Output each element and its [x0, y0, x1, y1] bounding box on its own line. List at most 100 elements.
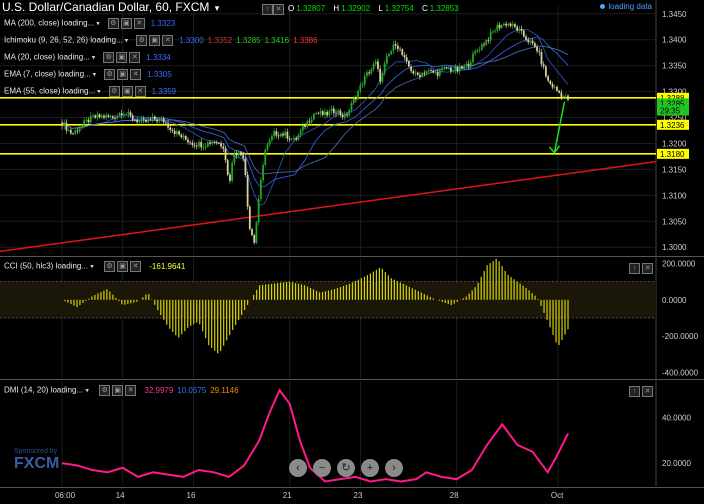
chevron-down-icon[interactable]: ▾ [85, 388, 89, 395]
time-tick-label: Oct [551, 491, 564, 500]
candle-body [516, 26, 519, 31]
indicator-label[interactable]: MA (200, close) loading... [4, 19, 94, 28]
settings-icon[interactable]: ⚙ [108, 86, 120, 97]
indicator-value: 1.3334 [146, 52, 171, 62]
chevron-down-icon[interactable]: ▾ [123, 38, 129, 45]
candle-body [229, 174, 231, 181]
cci-label[interactable]: CCI (50, hlc3) loading... [4, 262, 88, 271]
hide-icon[interactable]: ▣ [116, 52, 128, 63]
candle-body [63, 122, 66, 126]
close-icon[interactable]: ✕ [642, 386, 653, 397]
hide-icon[interactable]: ▣ [112, 385, 124, 396]
chevron-down-icon[interactable]: ▾ [90, 264, 94, 271]
sponsor-block[interactable]: Sponsored by FXCM [14, 448, 59, 473]
high-value: 1.32902 [341, 4, 371, 13]
dmi-values: 32.9979 10.0575 29.1146 [140, 386, 238, 395]
settings-icon[interactable]: ⚙ [103, 52, 115, 63]
candle-body [332, 108, 335, 113]
candle-body [558, 90, 561, 93]
indicator-row: MA (20, close) loading... ▾ ⚙ ▣ ✕ 1.3334 [4, 52, 171, 63]
candle-body [83, 120, 85, 125]
dmi-label[interactable]: DMI (14, 20) loading... [4, 386, 83, 395]
candle-body [297, 134, 300, 140]
candle-body [284, 131, 287, 136]
hide-icon[interactable]: ▣ [121, 86, 133, 97]
candle-body [562, 95, 565, 97]
zoom-in-icon[interactable]: + [361, 459, 379, 477]
chevron-down-icon[interactable]: ▾ [91, 72, 97, 79]
close-icon[interactable]: ✕ [130, 261, 142, 272]
settings-icon[interactable]: ⚙ [107, 18, 119, 29]
candle-body [78, 128, 81, 132]
candle-body [447, 67, 450, 69]
close-icon[interactable]: ✕ [129, 52, 141, 63]
chevron-right-icon[interactable]: › [385, 459, 403, 477]
move-up-icon[interactable]: ↑ [629, 386, 640, 397]
close-icon[interactable]: ✕ [162, 35, 174, 46]
close-icon[interactable]: ✕ [130, 69, 142, 80]
settings-icon[interactable]: ⚙ [104, 69, 116, 80]
close-value: 1.32853 [429, 4, 459, 13]
hide-icon[interactable]: ▣ [120, 18, 132, 29]
move-up-icon[interactable]: ↑ [629, 263, 640, 274]
zoom-out-icon[interactable]: − [313, 459, 331, 477]
chevron-left-icon[interactable]: ‹ [289, 459, 307, 477]
candle-body [178, 131, 181, 135]
candle-body [443, 67, 446, 69]
close-icon[interactable]: ✕ [273, 4, 284, 15]
candle-body [120, 113, 123, 116]
hide-icon[interactable]: ▣ [117, 69, 129, 80]
candle-body [65, 122, 68, 131]
candle-body [525, 36, 527, 40]
settings-icon[interactable]: ⚙ [104, 261, 116, 272]
indicator-label[interactable]: MA (20, close) loading... [4, 53, 90, 62]
candle-body [361, 84, 364, 86]
indicator-label[interactable]: EMA (55, close) loading... [4, 87, 95, 96]
candle-body [76, 130, 79, 132]
candle-body [412, 71, 415, 74]
chevron-down-icon[interactable]: ▾ [95, 89, 101, 96]
status-text: loading data [608, 2, 652, 11]
hide-icon[interactable]: ▣ [117, 261, 129, 272]
candle-body [441, 68, 443, 71]
candle-body [193, 144, 196, 146]
candle-body [244, 158, 247, 175]
candle-body [319, 111, 322, 114]
move-up-icon[interactable]: ↑ [262, 4, 273, 15]
chevron-down-icon[interactable]: ▾ [215, 3, 220, 13]
candle-body [74, 130, 77, 134]
candle-body [149, 119, 152, 120]
settings-icon[interactable]: ⚙ [99, 385, 111, 396]
candle-body [69, 129, 72, 134]
cci-tick-label: 200.0000 [662, 259, 696, 268]
indicator-label[interactable]: EMA (7, close) loading... [4, 70, 91, 79]
dmi-value: 10.0575 [177, 385, 207, 395]
close-icon[interactable]: ✕ [642, 263, 653, 274]
settings-icon[interactable]: ⚙ [136, 35, 148, 46]
candle-body [67, 129, 70, 131]
candle-body [348, 109, 351, 116]
candle-body [215, 142, 218, 144]
fxcm-logo[interactable]: FXCM [14, 455, 59, 473]
close-icon[interactable]: ✕ [133, 18, 145, 29]
candle-body [436, 72, 439, 76]
candle-body [231, 162, 234, 181]
candle-body [129, 112, 132, 116]
candle-body [248, 206, 251, 230]
chevron-down-icon[interactable]: ▾ [90, 55, 96, 62]
candle-body [564, 95, 567, 97]
indicator-row: Ichimoku (9, 26, 52, 26) loading... ▾ ⚙ ▣ ✕… [4, 35, 318, 46]
candle-body [540, 52, 543, 65]
reset-icon[interactable]: ↻ [337, 459, 355, 477]
candle-body [503, 23, 505, 26]
candle-body [295, 137, 298, 140]
candle-body [312, 113, 315, 120]
close-icon[interactable]: ✕ [134, 86, 146, 97]
chevron-down-icon[interactable]: ▾ [94, 21, 100, 28]
indicator-label[interactable]: Ichimoku (9, 26, 52, 26) loading... [4, 36, 123, 45]
price-tick-label: 1.3050 [662, 217, 687, 226]
candle-body [94, 115, 97, 118]
candle-body [346, 114, 348, 116]
close-icon[interactable]: ✕ [125, 385, 137, 396]
hide-icon[interactable]: ▣ [149, 35, 161, 46]
